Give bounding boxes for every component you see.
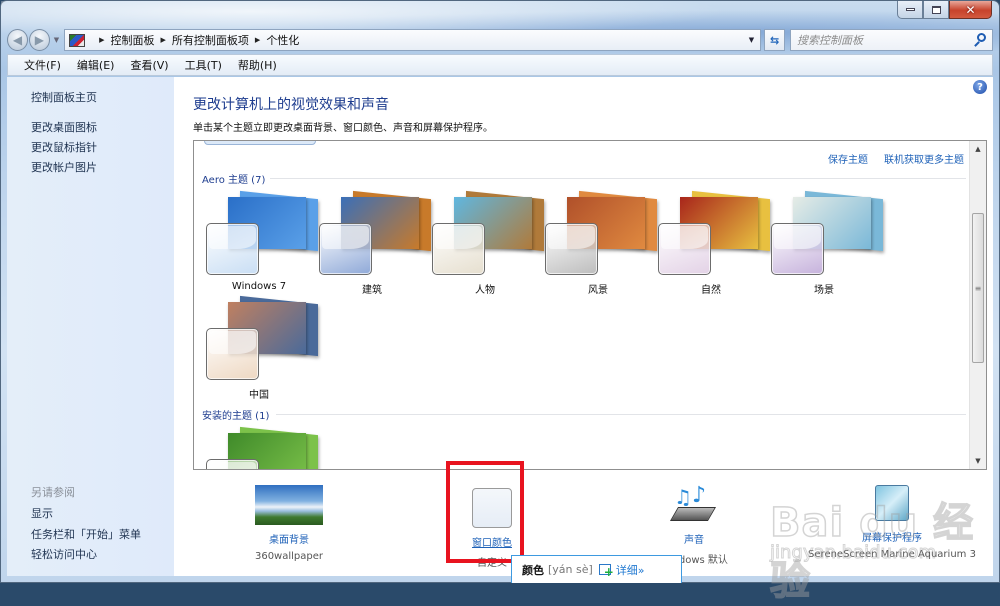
group-divider (276, 414, 966, 415)
sidebar-taskbar-start-menu[interactable]: 任务栏和「开始」菜单 (31, 526, 141, 542)
sounds-icon[interactable]: ♫ ♪ (669, 483, 718, 529)
sounds-link[interactable]: 声音 (644, 531, 744, 546)
theme-item[interactable]: 风景 (543, 190, 657, 297)
page-title: 更改计算机上的视觉效果和声音 (193, 97, 389, 113)
refresh-button[interactable]: ⇆ (764, 29, 786, 51)
installed-themes-heading: 安装的主题 (1) (202, 411, 270, 422)
minimize-button[interactable] (897, 1, 923, 19)
maximize-icon (931, 5, 941, 14)
tooltip-detail-link[interactable]: 详细» (616, 562, 645, 578)
theme-name: 风景 (588, 285, 608, 296)
theme-name: 人物 (475, 285, 495, 296)
breadcrumb-chevron-icon[interactable]: ▶ (161, 36, 166, 44)
theme-name: Windows 7 (231, 281, 287, 292)
theme-color-swatch (545, 223, 598, 275)
aero-themes-heading: Aero 主题 (7) (202, 175, 266, 186)
save-theme-link[interactable]: 保存主题 (828, 151, 868, 166)
menu-view[interactable]: 查看(V) (128, 56, 170, 74)
arrow-left-icon: ◀ (12, 33, 23, 47)
desktop-background-thumbnail[interactable] (255, 485, 323, 525)
theme-name: 建筑 (362, 285, 382, 296)
annotation-highlight-box (446, 461, 524, 563)
sounds-item[interactable]: ♫ ♪ 声音 Windows 默认 (644, 483, 744, 566)
theme-item-partial[interactable] (204, 141, 316, 145)
menu-edit[interactable]: 编辑(E) (75, 56, 117, 74)
control-panel-icon (69, 33, 86, 47)
screen-saver-icon[interactable] (875, 485, 909, 521)
desktop-background-item[interactable]: 桌面背景 360wallpaper (239, 485, 339, 562)
desktop-background-link[interactable]: 桌面背景 (239, 531, 339, 546)
refresh-icon: ⇆ (769, 33, 780, 47)
main-content: ? 更改计算机上的视觉效果和声音 单击某个主题立即更改桌面背景、窗口颜色、声音和… (174, 77, 993, 576)
sidebar: 控制面板主页 更改桌面图标 更改鼠标指针 更改帐户图片 另请参阅 显示 任务栏和… (7, 77, 174, 576)
forward-button[interactable]: ▶ (28, 29, 50, 51)
search-icon[interactable] (977, 33, 987, 42)
sidebar-ease-of-access[interactable]: 轻松访问中心 (31, 546, 97, 562)
theme-color-swatch (206, 223, 259, 275)
sidebar-control-panel-home[interactable]: 控制面板主页 (31, 89, 97, 105)
group-divider (270, 178, 966, 179)
breadcrumb-chevron-icon[interactable]: ▶ (99, 36, 104, 44)
theme-item[interactable]: 自然 (656, 190, 770, 297)
address-bar[interactable]: ▶ 控制面板 ▶ 所有控制面板项 ▶ 个性化 ▼ (64, 29, 762, 51)
add-to-wordbook-icon[interactable] (598, 564, 614, 579)
tooltip-word: 颜色 (522, 563, 544, 577)
close-icon: ✕ (965, 2, 976, 17)
sidebar-change-mouse-pointers[interactable]: 更改鼠标指针 (31, 139, 97, 155)
menu-help[interactable]: 帮助(H) (236, 56, 279, 74)
theme-list[interactable]: 保存主题 联机获取更多主题 Aero 主题 (7) Windows 7 建筑 人物 风… (193, 140, 987, 470)
arrow-right-icon: ▶ (34, 33, 44, 47)
maximize-button[interactable] (923, 1, 949, 19)
theme-item[interactable]: 场景 (769, 190, 883, 297)
back-button[interactable]: ◀ (7, 29, 28, 51)
search-input[interactable] (797, 33, 968, 47)
see-also-heading: 另请参阅 (31, 486, 75, 499)
breadcrumb-chevron-icon[interactable]: ▶ (255, 36, 260, 44)
caption-buttons: ✕ (897, 1, 992, 19)
theme-color-swatch (658, 223, 711, 275)
theme-name: 场景 (814, 285, 834, 296)
sidebar-change-desktop-icons[interactable]: 更改桌面图标 (31, 119, 97, 135)
dictionary-tooltip: 颜色 [yán sè] 详细» (511, 555, 682, 583)
address-dropdown-icon[interactable]: ▼ (749, 36, 754, 44)
menu-tools[interactable]: 工具(T) (183, 56, 224, 74)
screen-saver-link[interactable]: 屏幕保护程序 (802, 529, 982, 544)
navigation-bar: ◀ ▶ ▼ ▶ 控制面板 ▶ 所有控制面板项 ▶ 个性化 ▼ ⇆ (7, 28, 994, 52)
desktop-background-value: 360wallpaper (254, 551, 324, 562)
page-subtitle: 单击某个主题立即更改桌面背景、窗口颜色、声音和屏幕保护程序。 (193, 123, 493, 134)
theme-name: 中国 (249, 390, 269, 401)
theme-item[interactable]: 中国 (204, 295, 318, 402)
theme-item[interactable]: 建筑 (317, 190, 431, 297)
pane-links: 保存主题 联机获取更多主题 (828, 151, 964, 166)
get-more-themes-link[interactable]: 联机获取更多主题 (884, 151, 964, 166)
theme-item[interactable]: Windows 7 (204, 190, 318, 297)
sidebar-change-account-picture[interactable]: 更改帐户图片 (31, 159, 97, 175)
breadcrumb-control-panel[interactable]: 控制面板 (111, 32, 155, 48)
theme-color-swatch (432, 223, 485, 275)
close-button[interactable]: ✕ (949, 1, 992, 19)
minimize-icon (905, 8, 915, 11)
scroll-down-icon[interactable]: ▼ (970, 453, 986, 469)
vertical-scrollbar[interactable]: ▲ ≡ ▼ (969, 141, 986, 469)
search-box[interactable] (790, 29, 994, 51)
screen-saver-value: SereneScreen Marine Aquarium 3 (808, 549, 976, 560)
help-icon[interactable]: ? (973, 80, 987, 94)
theme-color-swatch (206, 328, 259, 380)
theme-name: 自然 (701, 285, 721, 296)
theme-color-swatch (771, 223, 824, 275)
breadcrumb-all-items[interactable]: 所有控制面板项 (172, 32, 249, 48)
tooltip-pinyin: [yán sè] (548, 563, 593, 576)
scroll-up-icon[interactable]: ▲ (970, 141, 986, 157)
menu-file[interactable]: 文件(F) (22, 56, 63, 74)
scroll-thumb[interactable]: ≡ (972, 213, 984, 363)
sidebar-display[interactable]: 显示 (31, 505, 53, 521)
theme-item[interactable] (204, 426, 318, 469)
screen-saver-item[interactable]: 屏幕保护程序 SereneScreen Marine Aquarium 3 (802, 485, 982, 560)
theme-item[interactable]: 人物 (430, 190, 544, 297)
theme-color-swatch (319, 223, 372, 275)
menu-bar: 文件(F) 编辑(E) 查看(V) 工具(T) 帮助(H) (7, 54, 993, 76)
theme-color-swatch (206, 459, 259, 469)
breadcrumb-personalization[interactable]: 个性化 (266, 32, 299, 48)
recent-pages-dropdown[interactable]: ▼ (54, 36, 59, 44)
